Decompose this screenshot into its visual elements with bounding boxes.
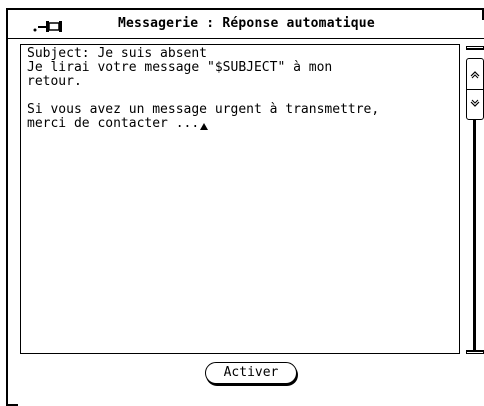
title-divider — [8, 38, 484, 39]
pushpin-icon[interactable] — [32, 18, 72, 34]
window-title: Messagerie : Réponse automatique — [118, 16, 375, 31]
title-bar[interactable]: Messagerie : Réponse automatique — [8, 14, 484, 38]
scrollbar-track[interactable] — [473, 120, 476, 350]
elevator-divider — [467, 89, 483, 90]
scrollbar-bottom-cap[interactable] — [466, 350, 484, 354]
scroll-down-arrow-icon[interactable] — [470, 99, 480, 109]
vertical-scrollbar[interactable] — [466, 46, 484, 386]
scroll-up-arrow-icon[interactable] — [470, 69, 480, 79]
window-resize-corner-bottom-left[interactable] — [6, 394, 18, 406]
scrollbar-elevator[interactable] — [466, 58, 484, 120]
editor-line-6: merci de contacter ... — [27, 116, 200, 131]
editor-line-3: retour. — [27, 74, 82, 89]
text-caret — [200, 123, 209, 130]
window-frame-left — [6, 8, 8, 406]
editor-line-5: Si vous avez un message urgent à transme… — [27, 102, 380, 117]
window-frame-top — [6, 8, 484, 10]
scrollbar-top-cap[interactable] — [466, 46, 484, 50]
editor-text: Subject: Je suis absent Je lirai votre m… — [27, 47, 457, 131]
editor-line-2: Je lirai votre message "$SUBJECT" à mon — [27, 60, 333, 75]
auto-reply-text-editor[interactable]: Subject: Je suis absent Je lirai votre m… — [20, 44, 460, 354]
editor-line-subject: Subject: Je suis absent — [27, 46, 208, 61]
activate-button[interactable]: Activer — [205, 362, 297, 384]
